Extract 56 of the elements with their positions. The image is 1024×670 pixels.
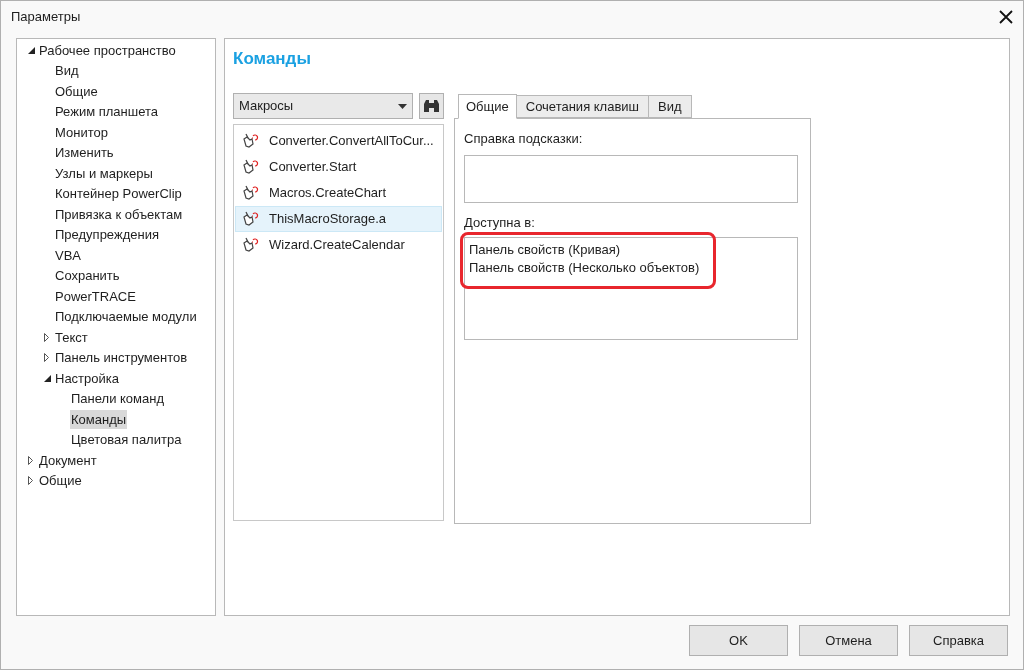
command-item[interactable]: Wizard.CreateCalendar <box>235 232 442 258</box>
tree-item[interactable]: Общие <box>54 81 99 101</box>
available-in-item: Панель свойств (Кривая) <box>469 241 621 259</box>
dialog-button[interactable]: OK <box>689 625 788 656</box>
collapsed-arrow-icon[interactable] <box>44 353 49 363</box>
tree-item[interactable]: Сохранить <box>54 266 121 286</box>
tree-item[interactable]: Узлы и маркеры <box>54 163 154 183</box>
tab[interactable]: Общие <box>458 94 517 119</box>
tree-item[interactable]: Рабочее пространство <box>38 40 177 60</box>
field-label: Справка подсказки: <box>464 131 584 147</box>
expanded-arrow-icon[interactable] <box>44 374 51 382</box>
tree-item[interactable]: Режим планшета <box>54 102 159 122</box>
field-label: Доступна в: <box>464 215 536 231</box>
category-dropdown[interactable]: Макросы <box>233 93 413 119</box>
tree-item[interactable]: PowerTRACE <box>54 286 137 306</box>
tree-item[interactable]: Контейнер PowerClip <box>54 184 183 204</box>
tree-item[interactable]: VBA <box>54 245 82 265</box>
collapsed-arrow-icon[interactable] <box>28 455 33 465</box>
tab[interactable]: Вид <box>648 95 692 118</box>
close-icon[interactable] <box>999 10 1013 24</box>
macro-icon <box>242 159 259 175</box>
tree-item[interactable]: Подключаемые модули <box>54 307 198 327</box>
dialog-button[interactable]: Справка <box>909 625 1008 656</box>
command-item[interactable]: Converter.Start <box>235 154 442 180</box>
dialog-button[interactable]: Отмена <box>799 625 898 656</box>
tree-item[interactable]: Команды <box>70 409 128 429</box>
window-title: Параметры <box>11 8 81 27</box>
macro-icon <box>242 211 259 227</box>
tree-item[interactable]: Панели команд <box>70 389 165 409</box>
macro-icon <box>242 185 259 201</box>
binoculars-icon <box>423 99 440 113</box>
tree-item[interactable]: Цветовая палитра <box>70 430 183 450</box>
tree-item[interactable]: Панель инструментов <box>54 348 189 368</box>
collapsed-arrow-icon[interactable] <box>44 332 49 342</box>
collapsed-arrow-icon[interactable] <box>28 476 33 486</box>
macro-icon <box>242 133 259 149</box>
tree-item[interactable]: Документ <box>38 450 98 470</box>
page-heading: Команды <box>233 48 312 70</box>
command-item[interactable]: ThisMacroStorage.a <box>235 206 442 232</box>
tree-item[interactable]: Привязка к объектам <box>54 204 184 224</box>
tree-item[interactable]: Вид <box>54 61 80 81</box>
command-item[interactable]: Macros.CreateChart <box>235 180 442 206</box>
tree-item[interactable]: Общие <box>38 471 83 491</box>
macro-icon <box>242 237 259 253</box>
find-button[interactable] <box>419 93 444 119</box>
tooltip-help-field[interactable] <box>464 155 798 203</box>
available-in-item: Панель свойств (Несколько объектов) <box>469 259 701 277</box>
tab[interactable]: Сочетания клавиш <box>515 95 650 118</box>
dropdown-caret-icon <box>398 103 407 109</box>
tree-item[interactable]: Настройка <box>54 368 120 388</box>
command-item[interactable]: Converter.ConvertAllToCur... <box>235 128 442 154</box>
tree-item[interactable]: Изменить <box>54 143 115 163</box>
tree-item[interactable]: Текст <box>54 327 89 347</box>
expanded-arrow-icon[interactable] <box>28 46 35 54</box>
tree-item[interactable]: Предупреждения <box>54 225 160 245</box>
tree-item[interactable]: Монитор <box>54 122 109 142</box>
